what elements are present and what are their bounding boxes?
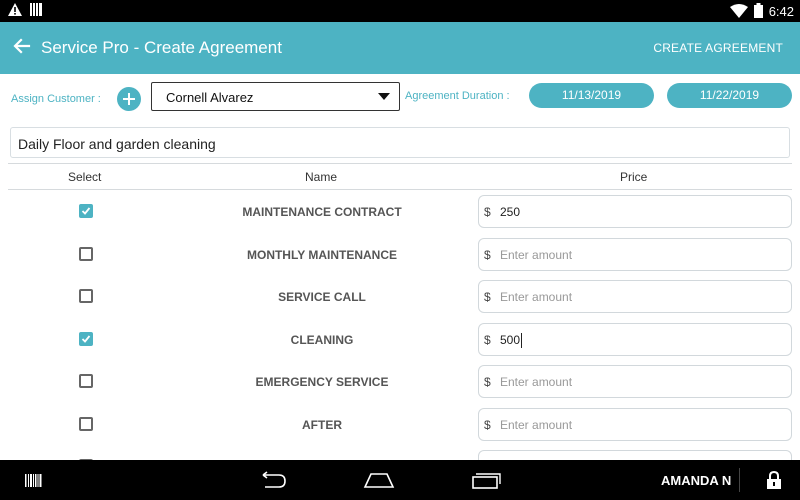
barcode-icon[interactable] xyxy=(25,474,43,492)
currency-symbol: $ xyxy=(484,290,491,304)
user-name: AMANDA N xyxy=(661,473,732,488)
table-row: MAINTENANCE CONTRACT $250 xyxy=(0,190,800,233)
checkbox-checked[interactable] xyxy=(79,204,93,218)
status-bar: 6:42 xyxy=(0,0,800,22)
currency-symbol: $ xyxy=(484,205,491,219)
price-input[interactable]: $ Enter amount xyxy=(478,280,792,313)
recents-icon[interactable] xyxy=(471,471,501,494)
customer-dropdown[interactable]: Cornell Alvarez xyxy=(151,82,400,111)
column-header-name: Name xyxy=(305,170,338,184)
status-time: 6:42 xyxy=(768,4,794,19)
service-name: SERVICE CALL xyxy=(278,290,366,304)
service-name: CLEANING xyxy=(290,333,354,347)
price-placeholder: Enter amount xyxy=(500,418,573,432)
agreement-duration-label: Agreement Duration : xyxy=(405,90,510,102)
table-row: CLEANING $500 xyxy=(0,318,800,361)
currency-symbol: $ xyxy=(484,248,491,262)
checkmark-icon xyxy=(81,207,91,215)
table-row: $Enter amount xyxy=(0,445,800,460)
page-title: Service Pro - Create Agreement xyxy=(41,38,282,57)
checkmark-icon xyxy=(81,335,91,343)
service-name: EMERGENCY SERVICE xyxy=(255,375,389,389)
add-customer-button[interactable] xyxy=(117,87,141,111)
navigation-bar: AMANDA N xyxy=(0,460,800,500)
status-bar-right: 6:42 xyxy=(729,3,794,21)
service-list: MAINTENANCE CONTRACT $250 MONTHLY MAINTENA… xyxy=(0,190,800,460)
description-text: Daily Floor and garden cleaning xyxy=(18,136,216,152)
warning-icon xyxy=(8,3,22,21)
assign-customer-label: Assign Customer : xyxy=(11,93,101,105)
price-placeholder: Enter amount xyxy=(500,375,573,389)
table-row: EMERGENCY SERVICE $ Enter amount xyxy=(0,360,800,403)
price-input[interactable]: $Enter amount xyxy=(478,450,792,460)
service-name: MAINTENANCE CONTRACT xyxy=(242,205,402,219)
battery-icon xyxy=(753,3,763,21)
dropdown-caret-icon xyxy=(378,93,390,100)
price-input[interactable]: $ Enter amount xyxy=(478,408,792,441)
checkbox[interactable] xyxy=(79,374,93,388)
price-placeholder: Enter amount xyxy=(500,290,573,304)
text-cursor xyxy=(521,333,522,348)
checkbox[interactable] xyxy=(79,417,93,431)
app-bar: Service Pro - Create Agreement CREATE AG… xyxy=(0,22,800,74)
lock-icon[interactable] xyxy=(766,470,782,495)
home-icon[interactable] xyxy=(363,471,395,494)
checkbox[interactable] xyxy=(79,289,93,303)
currency-symbol: $ xyxy=(484,375,491,389)
column-header-select: Select xyxy=(68,170,102,184)
currency-symbol: $ xyxy=(484,418,491,432)
table-row: AFTER $ Enter amount xyxy=(0,403,800,446)
price-value: 250 xyxy=(500,205,521,219)
price-input[interactable]: $500 xyxy=(478,323,792,356)
column-header-price: Price xyxy=(620,170,648,184)
status-bar-left xyxy=(8,3,42,21)
checkbox-checked[interactable] xyxy=(79,332,93,346)
checkbox[interactable] xyxy=(79,247,93,261)
table-header: Select Name Price xyxy=(8,163,792,190)
currency-symbol: $ xyxy=(484,333,491,347)
sim-icon xyxy=(30,3,42,21)
price-value: 500 xyxy=(500,333,521,347)
description-field[interactable]: Daily Floor and garden cleaning xyxy=(10,127,790,158)
wifi-icon xyxy=(729,3,748,21)
customer-selected-value: Cornell Alvarez xyxy=(166,90,254,105)
price-input[interactable]: $ Enter amount xyxy=(478,365,792,398)
price-input[interactable]: $250 xyxy=(478,195,792,228)
service-name: MONTHLY MAINTENANCE xyxy=(246,248,397,262)
back-arrow-icon[interactable] xyxy=(12,36,34,58)
nav-divider xyxy=(739,468,740,492)
price-input[interactable]: $ Enter amount xyxy=(478,238,792,271)
table-row: SERVICE CALL $ Enter amount xyxy=(0,275,800,318)
table-row: MONTHLY MAINTENANCE $ Enter amount xyxy=(0,233,800,276)
create-agreement-button[interactable]: CREATE AGREEMENT xyxy=(653,40,783,56)
start-date-button[interactable]: 11/13/2019 xyxy=(529,83,654,108)
back-icon[interactable] xyxy=(257,471,287,494)
end-date-button[interactable]: 11/22/2019 xyxy=(667,83,792,108)
service-name: AFTER xyxy=(302,418,342,432)
price-placeholder: Enter amount xyxy=(500,248,573,262)
